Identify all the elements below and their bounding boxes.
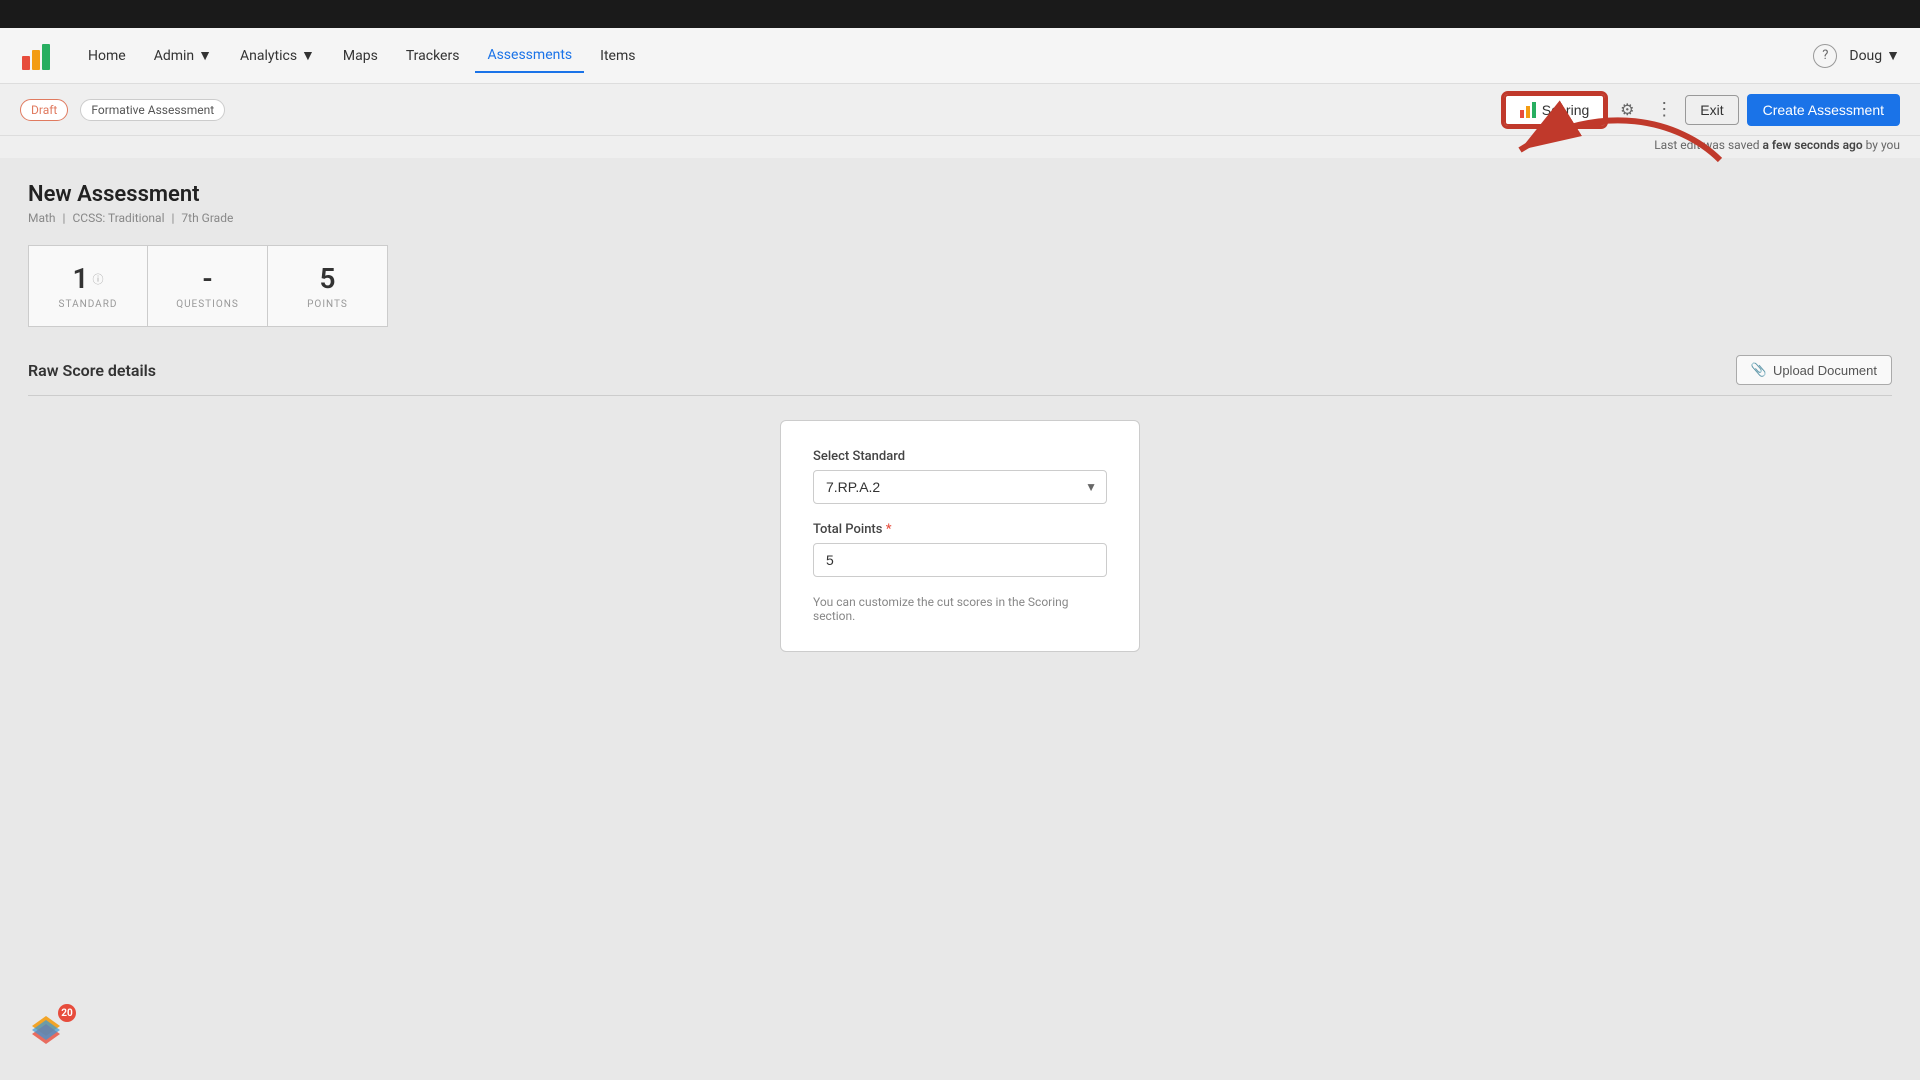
user-menu[interactable]: Doug ▼ [1849, 47, 1900, 64]
exit-button[interactable]: Exit [1685, 95, 1738, 125]
settings-icon[interactable]: ⚙ [1613, 96, 1641, 124]
formative-badge[interactable]: Formative Assessment [80, 99, 225, 121]
assessment-meta: Math | CCSS: Traditional | 7th Grade [28, 211, 1892, 225]
upload-icon: 📎 [1751, 362, 1767, 378]
upload-label: Upload Document [1773, 363, 1877, 378]
stat-questions: - QUESTIONS [148, 245, 268, 327]
meta-sep1: | [63, 211, 66, 225]
badge-count: 20 [58, 1004, 76, 1022]
draft-badge[interactable]: Draft [20, 99, 68, 121]
last-saved-time: a few seconds ago [1762, 138, 1862, 152]
points-count: 5 [320, 262, 336, 295]
meta-sep2: | [171, 211, 174, 225]
assessment-title: New Assessment [28, 182, 1892, 207]
form-hint: You can customize the cut scores in the … [813, 595, 1107, 623]
required-marker: * [886, 522, 892, 537]
total-points-input[interactable] [813, 543, 1107, 577]
create-assessment-button[interactable]: Create Assessment [1747, 94, 1900, 126]
nav-trackers[interactable]: Trackers [394, 40, 472, 72]
questions-label: QUESTIONS [176, 299, 239, 310]
badge-inner: 20 [24, 1008, 72, 1056]
total-points-label: Total Points * [813, 522, 1107, 537]
nav-assessments[interactable]: Assessments [475, 39, 584, 73]
toolbar-right: Scoring ⚙ ⋮ Exit Create Assessment [1504, 94, 1900, 126]
select-standard-label: Select Standard [813, 449, 1107, 464]
total-points-group: Total Points * [813, 522, 1107, 577]
scoring-bars-icon [1520, 102, 1536, 118]
user-dropdown-icon: ▼ [1886, 47, 1900, 64]
stat-points: 5 POINTS [268, 245, 388, 327]
last-saved-bar: Last edit was saved a few seconds ago by… [0, 136, 1920, 158]
bar3 [1532, 102, 1536, 118]
meta-subject: Math [28, 211, 56, 225]
meta-curriculum: CCSS: Traditional [72, 211, 164, 225]
raw-score-title: Raw Score details [28, 361, 156, 380]
top-bar [0, 0, 1920, 28]
stats-row: 1 ⓘ STANDARD - QUESTIONS 5 POINTS [28, 245, 1892, 327]
last-saved-prefix: Last edit was saved [1654, 138, 1762, 152]
upload-document-button[interactable]: 📎 Upload Document [1736, 355, 1892, 385]
bottom-notification-badge[interactable]: 20 [24, 1008, 72, 1056]
standard-count: 1 [73, 262, 89, 295]
stat-standard: 1 ⓘ STANDARD [28, 245, 148, 327]
toolbar: Draft Formative Assessment Scoring ⚙ ⋮ E… [0, 84, 1920, 136]
nav-maps[interactable]: Maps [331, 40, 390, 72]
user-name: Doug [1849, 48, 1882, 64]
nav-analytics[interactable]: Analytics ▼ [228, 39, 327, 72]
scoring-button[interactable]: Scoring [1504, 94, 1605, 126]
nav-links: Home Admin ▼ Analytics ▼ Maps Trackers A… [76, 39, 1813, 73]
nav-admin[interactable]: Admin ▼ [142, 39, 224, 72]
questions-count: - [202, 262, 212, 295]
scoring-label: Scoring [1542, 102, 1589, 118]
bar2 [1526, 106, 1530, 118]
last-saved-suffix: by you [1863, 138, 1900, 152]
logo[interactable] [20, 40, 52, 72]
main-content: New Assessment Math | CCSS: Traditional … [0, 158, 1920, 676]
select-standard-group: Select Standard 7.RP.A.2 ▼ [813, 449, 1107, 504]
raw-score-section-header: Raw Score details 📎 Upload Document [28, 355, 1892, 396]
form-card: Select Standard 7.RP.A.2 ▼ Total Points … [780, 420, 1140, 652]
standard-label: STANDARD [59, 299, 118, 310]
more-options-icon[interactable]: ⋮ [1649, 96, 1677, 124]
meta-grade: 7th Grade [181, 211, 233, 225]
standard-info-icon[interactable]: ⓘ [93, 271, 104, 287]
points-label: POINTS [307, 299, 348, 310]
nav-right: ? Doug ▼ [1813, 44, 1900, 68]
bar1 [1520, 110, 1524, 118]
nav-items[interactable]: Items [588, 40, 647, 72]
standard-select-wrapper: 7.RP.A.2 ▼ [813, 470, 1107, 504]
help-icon[interactable]: ? [1813, 44, 1837, 68]
standard-select[interactable]: 7.RP.A.2 [813, 470, 1107, 504]
navbar: Home Admin ▼ Analytics ▼ Maps Trackers A… [0, 28, 1920, 84]
nav-home[interactable]: Home [76, 40, 138, 72]
